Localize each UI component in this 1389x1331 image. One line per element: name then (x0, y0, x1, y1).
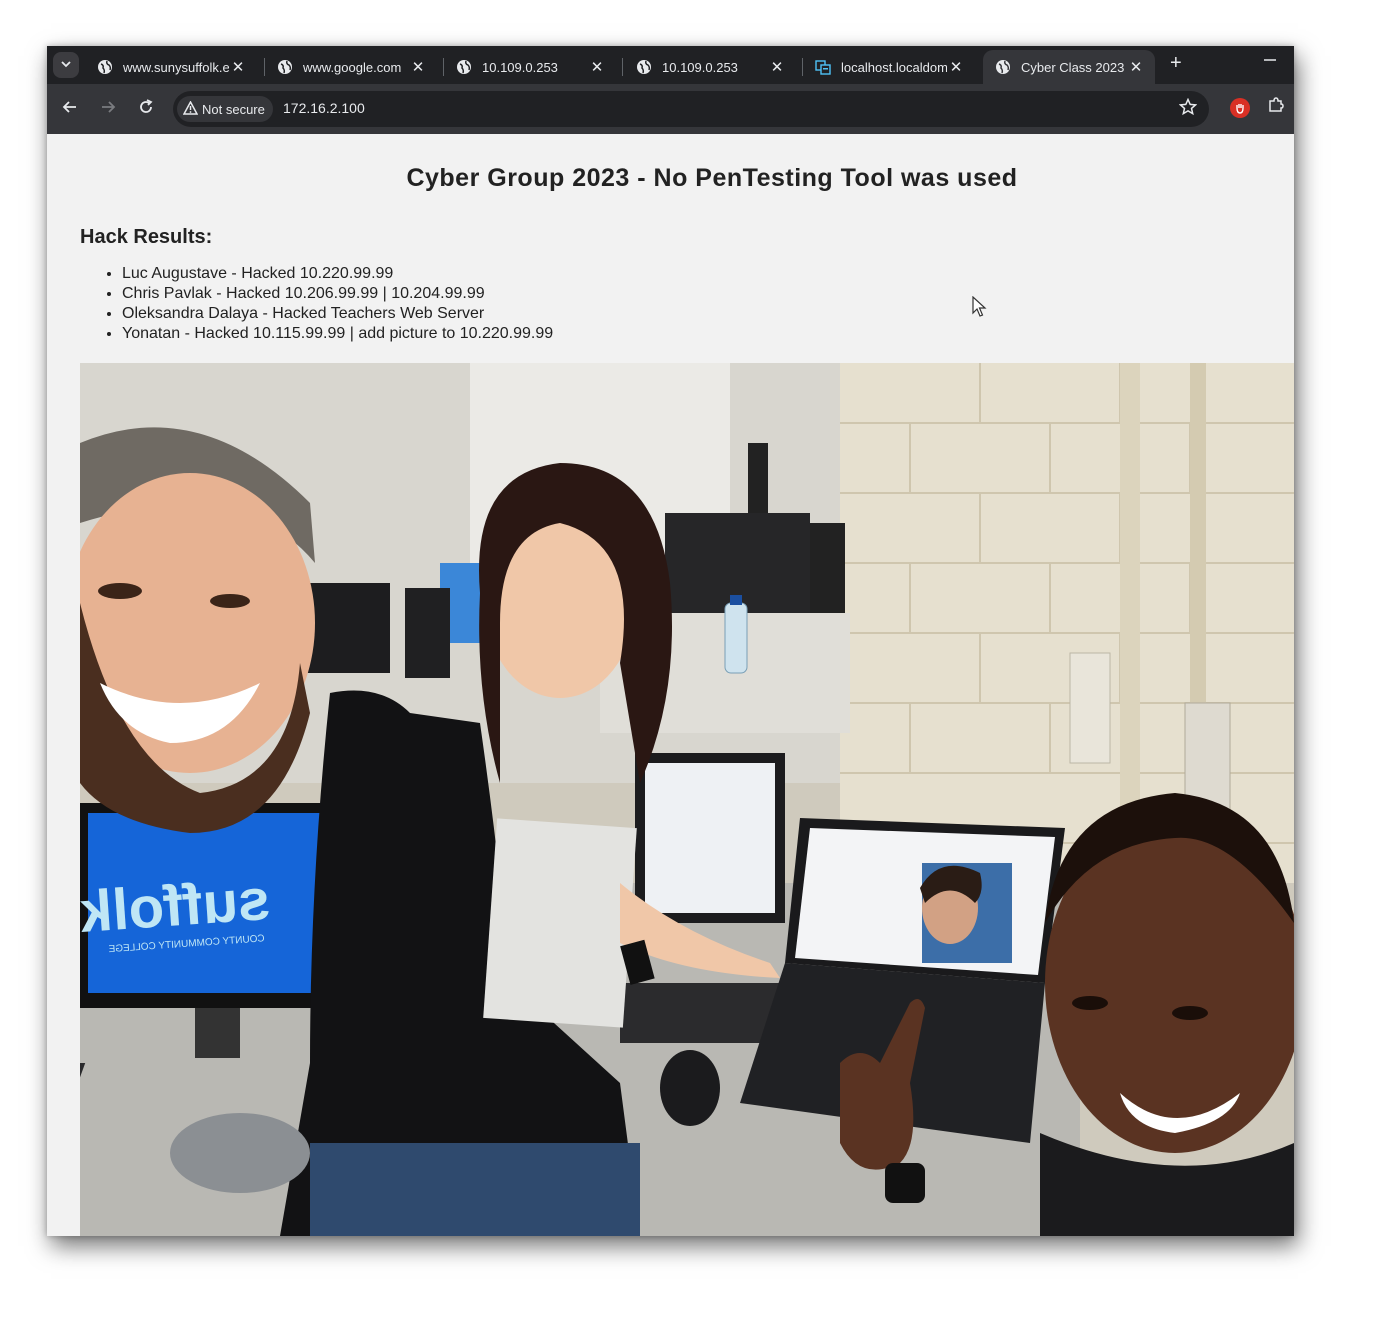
tab-4[interactable]: 10.109.0.253 ✕ (624, 50, 796, 84)
back-button[interactable] (57, 96, 83, 122)
results-list: Luc Augustave - Hacked 10.220.99.99 Chri… (80, 264, 553, 344)
tab-1[interactable]: www.sunysuffolk.e ✕ (85, 50, 257, 84)
tab-strip: www.sunysuffolk.e ✕ www.google.com ✕ 10.… (47, 46, 1294, 84)
chevron-down-icon (60, 58, 72, 73)
stop-hand-extension-icon[interactable] (1230, 98, 1250, 118)
close-icon[interactable]: ✕ (229, 58, 247, 76)
globe-icon (456, 59, 472, 75)
bookmark-star-icon[interactable] (1178, 97, 1198, 121)
close-icon[interactable]: ✕ (947, 58, 965, 76)
tab-6-active[interactable]: Cyber Class 2023 ✕ (983, 50, 1155, 84)
browser-window: www.sunysuffolk.e ✕ www.google.com ✕ 10.… (47, 46, 1294, 1236)
tab-title: Cyber Class 2023 (1021, 59, 1125, 75)
monitor-suffolk-text: suffolk (80, 867, 272, 945)
globe-icon (97, 59, 113, 75)
tab-title: www.sunysuffolk.e (123, 59, 229, 75)
forward-button[interactable] (95, 96, 121, 122)
mouse-cursor-icon (972, 295, 988, 323)
minimize-button[interactable] (1263, 50, 1277, 71)
security-label: Not secure (202, 101, 265, 117)
list-item: Luc Augustave - Hacked 10.220.99.99 (122, 264, 553, 284)
close-icon[interactable]: ✕ (409, 58, 427, 76)
page-content: Cyber Group 2023 - No PenTesting Tool wa… (47, 134, 1294, 1236)
tab-separator (622, 58, 623, 76)
tab-search-button[interactable] (53, 52, 79, 78)
arrow-left-icon (62, 99, 78, 120)
tab-title: 10.109.0.253 (482, 59, 558, 75)
close-icon[interactable]: ✕ (1127, 58, 1145, 76)
reload-button[interactable] (133, 96, 159, 122)
close-icon[interactable]: ✕ (768, 58, 786, 76)
tab-title: www.google.com (303, 59, 402, 75)
extensions-puzzle-icon[interactable] (1267, 96, 1285, 119)
security-chip[interactable]: Not secure (177, 96, 273, 122)
tab-5[interactable]: localhost.localdom ✕ (803, 50, 975, 84)
results-heading: Hack Results: (80, 226, 213, 248)
tab-title: 10.109.0.253 (662, 59, 738, 75)
new-tab-button[interactable]: + (1170, 52, 1182, 75)
page-title: Cyber Group 2023 - No PenTesting Tool wa… (406, 164, 1018, 192)
browser-toolbar: Not secure 172.16.2.100 (47, 84, 1294, 134)
tab-3[interactable]: 10.109.0.253 ✕ (444, 50, 616, 84)
globe-icon (277, 59, 293, 75)
close-icon[interactable]: ✕ (588, 58, 606, 76)
address-bar[interactable]: Not secure 172.16.2.100 (173, 91, 1209, 127)
url-text[interactable]: 172.16.2.100 (283, 100, 365, 116)
reload-icon (138, 98, 154, 120)
group-photo: suffolk COUNTY COMMUNITY COLLEGE (80, 363, 1294, 1236)
server-icon (815, 59, 831, 75)
tab-2[interactable]: www.google.com ✕ (265, 50, 437, 84)
list-item: Chris Pavlak - Hacked 10.206.99.99 | 10.… (122, 284, 553, 304)
globe-icon (636, 59, 652, 75)
tab-title: localhost.localdom (841, 59, 947, 75)
globe-icon (995, 59, 1011, 75)
warning-triangle-icon (182, 99, 199, 118)
arrow-right-icon (100, 99, 116, 120)
list-item: Oleksandra Dalaya - Hacked Teachers Web … (122, 304, 553, 324)
list-item: Yonatan - Hacked 10.115.99.99 | add pict… (122, 324, 553, 344)
